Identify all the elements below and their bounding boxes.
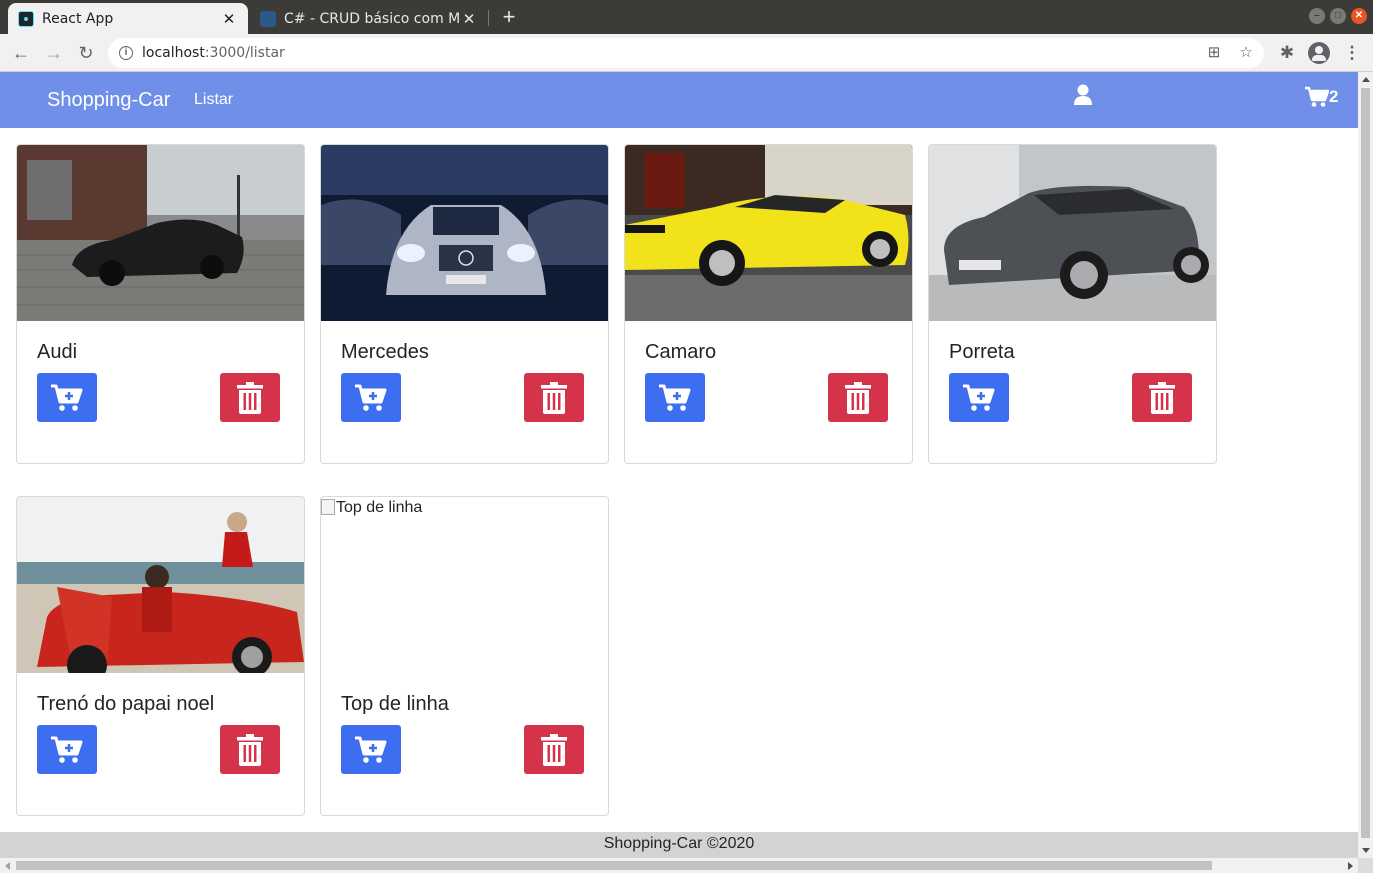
translate-icon[interactable]: ⊞ bbox=[1205, 44, 1223, 62]
add-to-cart-button[interactable] bbox=[37, 725, 97, 774]
add-to-cart-button[interactable] bbox=[645, 373, 705, 422]
window-controls: – □ ✕ bbox=[1309, 8, 1367, 24]
star-icon[interactable]: ☆ bbox=[1237, 44, 1255, 62]
document-icon bbox=[260, 10, 276, 27]
info-icon[interactable]: i bbox=[119, 46, 133, 60]
trash-icon bbox=[845, 381, 871, 414]
trash-icon bbox=[541, 733, 567, 766]
url-text[interactable]: localhost:3000/listar bbox=[142, 45, 285, 61]
scroll-right-icon[interactable] bbox=[1348, 862, 1353, 870]
product-name: Mercedes bbox=[341, 341, 429, 363]
vertical-scrollbar[interactable] bbox=[1358, 72, 1373, 858]
maximize-button[interactable]: □ bbox=[1330, 8, 1346, 24]
minimize-button[interactable]: – bbox=[1309, 8, 1325, 24]
cart-count: 2 bbox=[1329, 87, 1339, 106]
app-navbar: Shopping-Car Listar 2 bbox=[0, 72, 1358, 128]
scroll-thumb[interactable] bbox=[1361, 88, 1370, 838]
product-name: Trenó do papai noel bbox=[37, 693, 215, 715]
nav-link-listar[interactable]: Listar bbox=[194, 91, 233, 109]
profile-icon[interactable] bbox=[1308, 42, 1330, 64]
scroll-down-icon[interactable] bbox=[1362, 848, 1370, 853]
close-icon[interactable]: ✕ bbox=[220, 10, 238, 28]
broken-image-icon bbox=[321, 499, 335, 515]
delete-button[interactable] bbox=[220, 725, 280, 774]
tab-react-app[interactable]: React App ✕ bbox=[8, 3, 248, 34]
product-card: Audi bbox=[16, 144, 305, 464]
cart-plus-icon bbox=[355, 736, 387, 763]
tab-title: React App bbox=[42, 10, 114, 27]
reload-icon[interactable]: ↻ bbox=[74, 41, 98, 65]
user-icon[interactable] bbox=[1073, 84, 1093, 106]
camaro-car-photo bbox=[625, 145, 912, 321]
page-viewport: Shopping-Car Listar 2 Audi Mercedes Cama… bbox=[0, 72, 1358, 858]
react-icon bbox=[18, 10, 34, 27]
forward-icon[interactable]: → bbox=[42, 41, 66, 65]
product-name: Porreta bbox=[949, 341, 1015, 363]
cart-button[interactable]: 2 bbox=[1305, 85, 1338, 109]
cart-plus-icon bbox=[659, 384, 691, 411]
scroll-thumb[interactable] bbox=[16, 861, 1212, 870]
santa-car-photo bbox=[17, 497, 304, 673]
product-card: Trenó do papai noel bbox=[16, 496, 305, 816]
scrollbar-corner bbox=[1358, 858, 1373, 873]
address-bar[interactable]: i localhost:3000/listar ⊞ ☆ bbox=[108, 38, 1264, 68]
delete-button[interactable] bbox=[524, 373, 584, 422]
horizontal-scrollbar[interactable] bbox=[0, 858, 1358, 873]
trash-icon bbox=[237, 733, 263, 766]
cart-plus-icon bbox=[963, 384, 995, 411]
new-tab-button[interactable]: + bbox=[498, 5, 520, 29]
tab-crud-article[interactable]: C# - CRUD básico com Mo ✕ bbox=[250, 3, 488, 34]
close-window-button[interactable]: ✕ bbox=[1351, 8, 1367, 24]
product-name: Camaro bbox=[645, 341, 717, 363]
trash-icon bbox=[237, 381, 263, 414]
delete-button[interactable] bbox=[220, 373, 280, 422]
scroll-left-icon[interactable] bbox=[5, 862, 10, 870]
product-card: Camaro bbox=[624, 144, 913, 464]
scroll-up-icon[interactable] bbox=[1362, 77, 1370, 82]
back-icon[interactable]: ← bbox=[9, 41, 33, 65]
close-icon[interactable]: ✕ bbox=[460, 10, 478, 28]
trash-icon bbox=[541, 381, 567, 414]
trash-icon bbox=[1149, 381, 1175, 414]
broken-image-alt: Top de linha bbox=[321, 499, 422, 517]
delete-button[interactable] bbox=[524, 725, 584, 774]
ford-car-photo bbox=[929, 145, 1216, 321]
add-to-cart-button[interactable] bbox=[341, 725, 401, 774]
product-card: Top de linha Top de linha bbox=[320, 496, 609, 816]
cart-icon bbox=[1305, 86, 1329, 107]
audi-car-photo bbox=[17, 145, 304, 321]
mercedes-car-photo bbox=[321, 145, 608, 321]
extensions-icon[interactable]: ✱ bbox=[1276, 42, 1298, 64]
delete-button[interactable] bbox=[1132, 373, 1192, 422]
cart-plus-icon bbox=[51, 384, 83, 411]
delete-button[interactable] bbox=[828, 373, 888, 422]
add-to-cart-button[interactable] bbox=[949, 373, 1009, 422]
tab-title: C# - CRUD básico com Mo bbox=[284, 10, 460, 27]
menu-icon[interactable]: ⋮ bbox=[1341, 42, 1363, 64]
product-card: Porreta bbox=[928, 144, 1217, 464]
cart-plus-icon bbox=[51, 736, 83, 763]
product-name: Audi bbox=[37, 341, 78, 363]
browser-tab-bar: React App ✕ C# - CRUD básico com Mo ✕ + … bbox=[0, 0, 1373, 34]
tab-separator bbox=[488, 10, 489, 26]
browser-toolbar: ← → ↻ i localhost:3000/listar ⊞ ☆ ✱ ⋮ bbox=[0, 34, 1373, 72]
page-footer: Shopping-Car ©2020 bbox=[0, 832, 1358, 858]
broken-image: Top de linha bbox=[321, 497, 608, 673]
product-card: Mercedes bbox=[320, 144, 609, 464]
cart-plus-icon bbox=[355, 384, 387, 411]
brand-link[interactable]: Shopping-Car bbox=[47, 89, 170, 112]
add-to-cart-button[interactable] bbox=[341, 373, 401, 422]
image-alt-text: Top de linha bbox=[336, 499, 423, 516]
product-name: Top de linha bbox=[341, 693, 449, 715]
add-to-cart-button[interactable] bbox=[37, 373, 97, 422]
